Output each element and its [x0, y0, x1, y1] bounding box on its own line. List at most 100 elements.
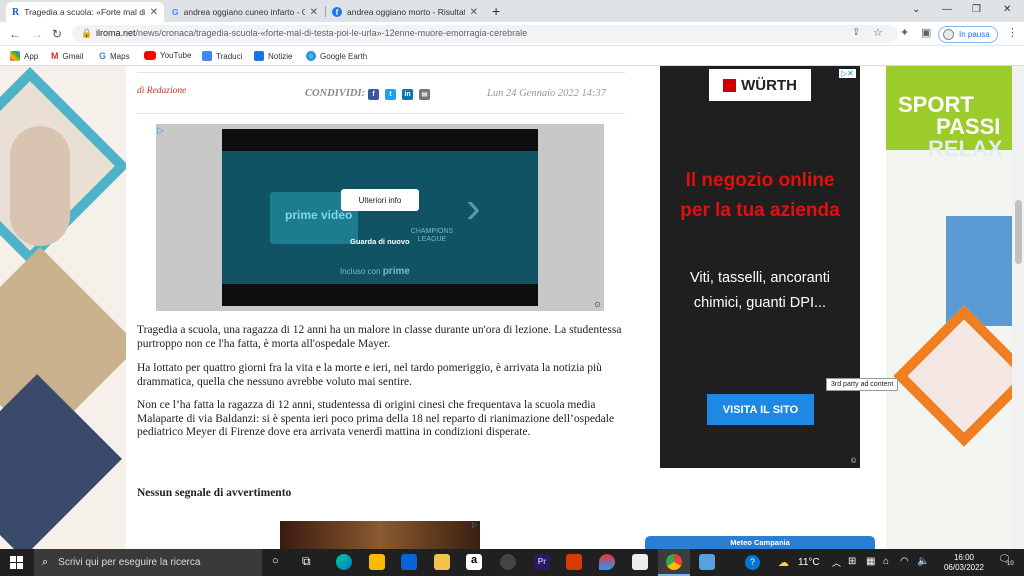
notepad-icon[interactable] — [632, 554, 648, 570]
author-link[interactable]: Redazione — [147, 86, 187, 96]
amazon-icon[interactable]: a — [466, 554, 482, 570]
bottom-ad-image[interactable] — [280, 521, 480, 549]
premiere-icon[interactable]: Pr — [534, 554, 550, 570]
clock-time: 16:00 — [953, 553, 975, 562]
close-tab-icon[interactable]: ✕ — [310, 7, 318, 18]
tray-app-icon[interactable]: ▦ — [866, 556, 875, 567]
tray-app-icon[interactable]: ⊞ — [848, 556, 856, 567]
photos-icon[interactable] — [699, 554, 715, 570]
chrome-taskbar-button[interactable] — [658, 549, 690, 576]
wurth-logo-text: WÜRTH — [741, 76, 797, 94]
weather-icon[interactable]: ☁ — [778, 556, 789, 569]
avatar — [943, 29, 954, 40]
close-tab-icon[interactable]: ✕ — [470, 7, 478, 18]
url-host: ilroma.net — [96, 28, 136, 38]
more-info-button[interactable]: Ulteriori info — [341, 189, 419, 211]
tab-title: andrea oggiano morto - Risultati — [347, 7, 465, 17]
replay-button[interactable]: Guarda di nuovo — [350, 237, 410, 246]
file-explorer-icon[interactable] — [434, 554, 450, 570]
ad-settings-icon[interactable]: ⊙ — [594, 300, 601, 309]
profile-paused-button[interactable]: In pausa — [938, 26, 998, 43]
notifications-count: 10 — [1007, 561, 1014, 567]
store-icon[interactable] — [369, 554, 385, 570]
tray-chevron-icon[interactable]: ︿ — [832, 556, 841, 569]
earth-icon — [306, 51, 316, 61]
twitter-share-icon[interactable]: t — [385, 89, 396, 100]
office-icon[interactable] — [566, 554, 582, 570]
cortana-icon[interactable]: ○ — [272, 555, 279, 567]
forward-icon[interactable]: → — [31, 27, 43, 41]
gmail-icon: M — [51, 51, 59, 61]
banner-tile — [893, 305, 1012, 447]
tab-title: Tragedia a scuola: «Forte mal di t — [24, 7, 145, 17]
bookmark-gmail[interactable]: M Gmail — [51, 51, 83, 61]
close-window-icon[interactable]: ✕ — [1003, 4, 1011, 15]
bookmark-app[interactable]: App — [10, 51, 38, 61]
menu-icon[interactable]: ⋮ — [1007, 26, 1018, 39]
network-icon[interactable]: ⌂ — [883, 556, 889, 567]
adchoices-icon[interactable]: ▷ — [472, 521, 477, 529]
facebook-share-icon[interactable]: f — [368, 89, 379, 100]
help-icon[interactable]: ? — [745, 555, 760, 570]
share-icon[interactable]: ⇪ — [852, 27, 860, 38]
side-panel-icon[interactable]: ▣ — [921, 26, 931, 39]
divider — [137, 72, 625, 73]
page-content: SPORT PASSI RELAX di Redazione CONDIVIDI… — [0, 66, 1024, 549]
wurth-logo: WÜRTH — [709, 69, 811, 101]
minimize-icon[interactable]: — — [942, 4, 952, 15]
clock[interactable]: 16:00 06/03/2022 — [936, 553, 992, 573]
apps-grid-icon — [10, 51, 20, 61]
included-label: Incluso con — [340, 267, 381, 276]
paint-icon[interactable] — [599, 554, 615, 570]
bookmark-youtube[interactable]: YouTube — [144, 51, 191, 60]
tab-strip: R Tragedia a scuola: «Forte mal di t ✕ G… — [0, 0, 1024, 22]
bookmark-star-icon[interactable]: ☆ — [873, 26, 883, 39]
windows-start-icon[interactable] — [10, 556, 23, 569]
article-subheading: Nessun segnale di avvertimento — [137, 487, 292, 499]
close-tab-icon[interactable]: ✕ — [150, 7, 158, 18]
extensions-icon[interactable]: ✦ — [900, 26, 909, 39]
adchoices-icon[interactable]: ▷ — [157, 125, 164, 136]
scrollbar[interactable] — [1012, 66, 1024, 549]
bookmark-label: Notizie — [268, 51, 293, 61]
lock-icon[interactable]: 🔒 — [81, 28, 92, 39]
new-tab-button[interactable]: + — [492, 3, 500, 19]
tab-facebook[interactable]: f andrea oggiano morto - Risultati ✕ — [326, 2, 484, 22]
tab-title: andrea oggiano cuneo infarto - G — [183, 7, 305, 17]
bookmark-label: Gmail — [62, 51, 84, 61]
bookmark-traduci[interactable]: Traduci — [202, 51, 242, 61]
site-favicon-icon: R — [12, 6, 20, 18]
task-view-icon[interactable]: ⧉ — [302, 554, 311, 569]
start-square — [17, 563, 23, 569]
linkedin-share-icon[interactable]: in — [402, 89, 413, 100]
email-share-icon[interactable]: ✉ — [419, 89, 430, 100]
left-side-banner[interactable] — [0, 66, 126, 549]
mail-icon[interactable] — [401, 554, 417, 570]
clock-date: 06/03/2022 — [943, 563, 985, 572]
taskbar-search-box[interactable]: ⌕ Scrivi qui per eseguire la ricerca — [34, 549, 262, 576]
ad-info-icon[interactable]: © — [851, 458, 856, 465]
start-square — [10, 556, 16, 562]
weather-temp[interactable]: 11°C — [798, 557, 820, 568]
back-icon[interactable]: ← — [9, 27, 21, 41]
bookmark-earth[interactable]: Google Earth — [306, 51, 367, 61]
tab-search-icon[interactable]: ⌄ — [912, 4, 920, 15]
scrollbar-thumb[interactable] — [1015, 200, 1022, 264]
visit-site-button[interactable]: VISITA IL SITO — [707, 394, 814, 425]
tab-google[interactable]: G andrea oggiano cuneo infarto - G ✕ — [166, 2, 324, 22]
volume-icon[interactable]: 🔈 — [917, 556, 929, 567]
app-icon[interactable] — [500, 554, 516, 570]
maximize-icon[interactable]: ❐ — [972, 4, 981, 15]
meteo-widget[interactable]: Meteo Campania — [645, 536, 875, 549]
search-placeholder: Scrivi qui per eseguire la ricerca — [58, 557, 201, 568]
tab-active[interactable]: R Tragedia a scuola: «Forte mal di t ✕ — [6, 2, 164, 22]
bookmark-label: App — [24, 51, 39, 61]
edge-icon[interactable] — [336, 554, 352, 570]
right-side-banner[interactable]: SPORT PASSI RELAX — [886, 66, 1012, 549]
adchoices-icon[interactable]: ▷✕ — [839, 69, 856, 78]
wifi-icon[interactable]: ◠ — [900, 556, 909, 567]
reload-icon[interactable]: ↻ — [52, 27, 62, 41]
bookmark-notizie[interactable]: Notizie — [254, 51, 292, 61]
bookmark-maps[interactable]: G Maps — [99, 51, 130, 61]
article-paragraph: Ha lottato per quattro giorni fra la vit… — [137, 362, 602, 388]
